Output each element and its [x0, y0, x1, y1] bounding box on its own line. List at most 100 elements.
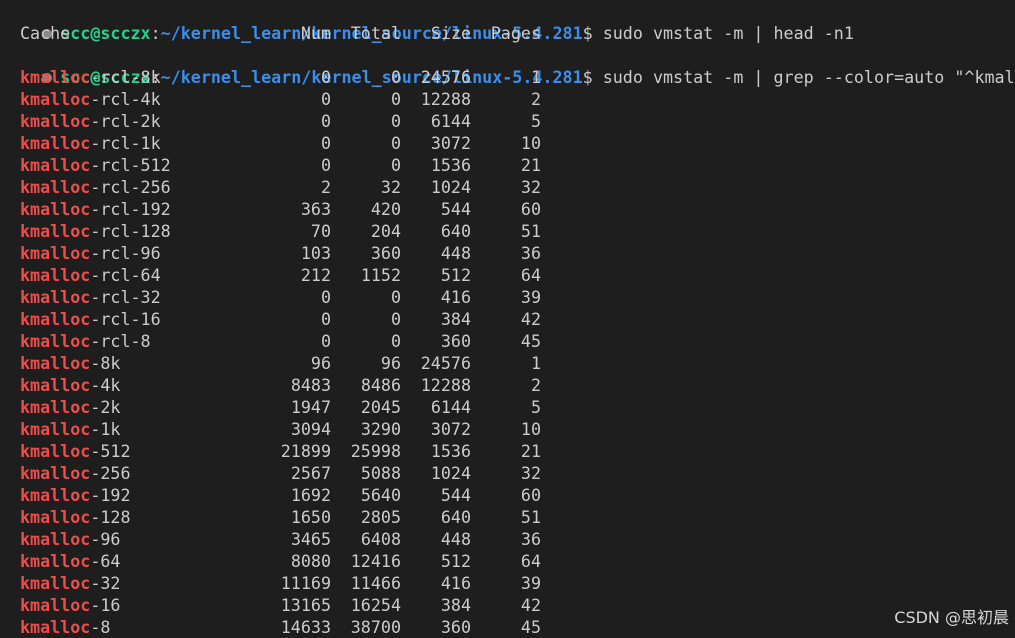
cell-num: 0 — [320, 67, 331, 87]
header-pages: Pages — [490, 23, 541, 43]
cell-total: 0 — [390, 155, 401, 175]
cache-name: kmalloc-8 — [20, 616, 110, 638]
cache-name: kmalloc-rcl-256 — [20, 176, 171, 198]
cell-pages: 39 — [520, 573, 541, 593]
cell-num: 1947 — [290, 397, 331, 417]
cell-size: 3072 — [430, 133, 471, 153]
cell-pages: 1 — [530, 353, 541, 373]
cache-name: kmalloc-32 — [20, 572, 120, 594]
cache-name: kmalloc-512 — [20, 440, 131, 462]
grep-match: kmalloc — [20, 199, 91, 219]
cell-pages: 2 — [530, 375, 541, 395]
table-row: kmalloc-rcl-32 0 0 416 39 — [0, 286, 1015, 308]
cell-size: 1536 — [430, 441, 471, 461]
cache-name: kmalloc-rcl-1k — [20, 132, 161, 154]
cell-size: 1536 — [430, 155, 471, 175]
cache-name-suffix: -rcl-512 — [90, 155, 171, 175]
cell-pages: 60 — [520, 485, 541, 505]
cell-num: 212 — [300, 265, 331, 285]
cell-pages: 42 — [520, 309, 541, 329]
cell-size: 448 — [440, 243, 471, 263]
cache-name-suffix: -256 — [90, 463, 131, 483]
grep-match: kmalloc — [20, 133, 91, 153]
cell-size: 1024 — [430, 463, 471, 483]
cell-size: 6144 — [430, 111, 471, 131]
cell-pages: 60 — [520, 199, 541, 219]
cell-size: 360 — [440, 331, 471, 351]
cache-name: kmalloc-rcl-512 — [20, 154, 171, 176]
grep-match: kmalloc — [20, 463, 91, 483]
cell-total: 1152 — [360, 265, 401, 285]
grep-match: kmalloc — [20, 221, 91, 241]
cache-name-suffix: -8k — [90, 353, 121, 373]
grep-match: kmalloc — [20, 397, 91, 417]
watermark: CSDN @思初晨 — [894, 608, 1009, 627]
cell-total: 0 — [390, 133, 401, 153]
table-row: kmalloc-32 11169 11466 416 39 — [0, 572, 1015, 594]
cell-num: 14633 — [280, 617, 331, 637]
cell-pages: 42 — [520, 595, 541, 615]
cell-num: 0 — [320, 133, 331, 153]
table-row: kmalloc-rcl-2k 0 0 6144 5 — [0, 110, 1015, 132]
cell-total: 3290 — [360, 419, 401, 439]
cache-name: kmalloc-rcl-2k — [20, 110, 161, 132]
grep-match: kmalloc — [20, 419, 91, 439]
header-total: Total — [350, 23, 401, 43]
cache-name: kmalloc-rcl-64 — [20, 264, 161, 286]
cell-total: 0 — [390, 331, 401, 351]
cache-name-suffix: -1k — [90, 419, 121, 439]
cell-pages: 45 — [520, 617, 541, 637]
cell-total: 5640 — [360, 485, 401, 505]
cache-name: kmalloc-rcl-128 — [20, 220, 171, 242]
table-row: kmalloc-rcl-64 212 1152 512 64 — [0, 264, 1015, 286]
cell-pages: 45 — [520, 331, 541, 351]
cell-total: 38700 — [350, 617, 401, 637]
table-row: kmalloc-256 2567 5088 1024 32 — [0, 462, 1015, 484]
cache-name-suffix: -rcl-2k — [90, 111, 161, 131]
table-row: kmalloc-8k 96 96 24576 1 — [0, 352, 1015, 374]
cache-name: kmalloc-1k — [20, 418, 120, 440]
cache-name: kmalloc-rcl-32 — [20, 286, 161, 308]
cell-total: 5088 — [360, 463, 401, 483]
cell-num: 1692 — [290, 485, 331, 505]
cache-name: kmalloc-128 — [20, 506, 131, 528]
cache-name: kmalloc-rcl-4k — [20, 88, 161, 110]
cell-size: 360 — [440, 617, 471, 637]
cell-num: 3465 — [290, 529, 331, 549]
table-row: kmalloc-1k 3094 3290 3072 10 — [0, 418, 1015, 440]
cache-name: kmalloc-rcl-16 — [20, 308, 161, 330]
cell-pages: 39 — [520, 287, 541, 307]
cache-name: kmalloc-rcl-8k — [20, 66, 161, 88]
prompt-line-1: scc@scczx:~/kernel_learn/kernel_source/l… — [2, 0, 1015, 43]
grep-match: kmalloc — [20, 89, 91, 109]
cell-total: 0 — [390, 89, 401, 109]
cell-size: 544 — [440, 199, 471, 219]
table-row: kmalloc-8 14633 38700 360 45 — [0, 616, 1015, 638]
cell-size: 416 — [440, 573, 471, 593]
cell-pages: 5 — [530, 397, 541, 417]
cache-name: kmalloc-16 — [20, 594, 120, 616]
cell-total: 11466 — [350, 573, 401, 593]
cell-size: 12288 — [420, 89, 471, 109]
cell-total: 2805 — [360, 507, 401, 527]
header-size: Size — [430, 23, 471, 43]
cell-total: 25998 — [350, 441, 401, 461]
grep-match: kmalloc — [20, 529, 91, 549]
cell-num: 70 — [310, 221, 331, 241]
cell-pages: 2 — [530, 89, 541, 109]
cache-name-suffix: -rcl-4k — [90, 89, 161, 109]
cell-pages: 64 — [520, 551, 541, 571]
cache-name-suffix: -16 — [90, 595, 121, 615]
table-row: kmalloc-rcl-1k 0 0 3072 10 — [0, 132, 1015, 154]
grep-match: kmalloc — [20, 551, 91, 571]
cell-num: 2567 — [290, 463, 331, 483]
table-row: kmalloc-rcl-192 363 420 544 60 — [0, 198, 1015, 220]
grep-match: kmalloc — [20, 353, 91, 373]
terminal-output[interactable]: scc@scczx:~/kernel_learn/kernel_source/l… — [0, 0, 1015, 638]
cell-num: 2 — [320, 177, 331, 197]
cell-pages: 36 — [520, 529, 541, 549]
table-row: kmalloc-rcl-16 0 0 384 42 — [0, 308, 1015, 330]
cell-size: 384 — [440, 309, 471, 329]
table-row: kmalloc-rcl-96 103 360 448 36 — [0, 242, 1015, 264]
cell-total: 8486 — [360, 375, 401, 395]
